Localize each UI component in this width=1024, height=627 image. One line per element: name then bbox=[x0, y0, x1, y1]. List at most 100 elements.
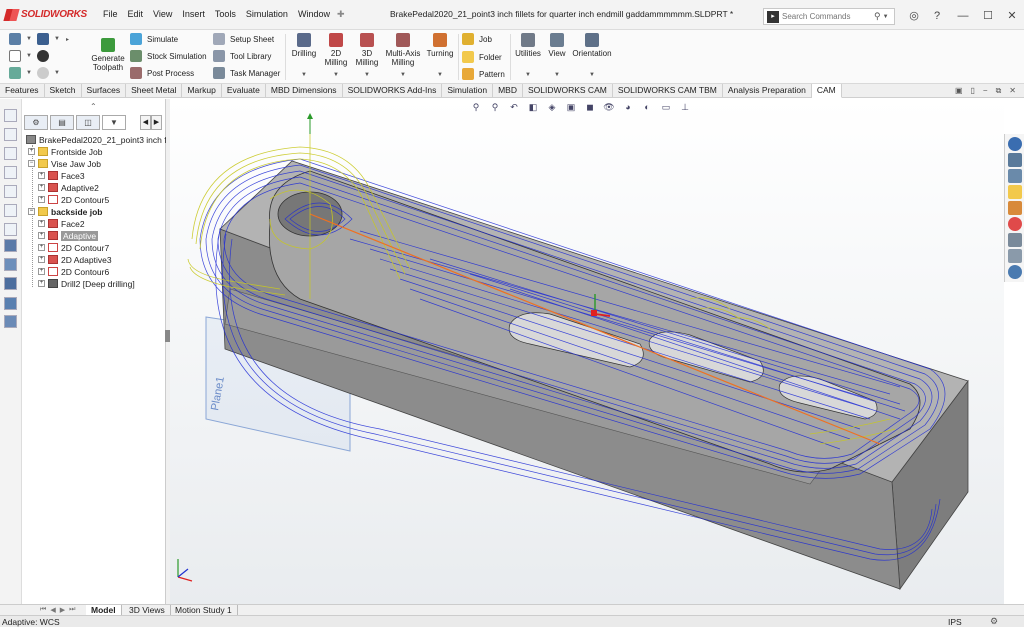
chevron-down-icon[interactable]: ▼ bbox=[525, 72, 531, 78]
chevron-down-icon[interactable]: ▼ bbox=[333, 72, 339, 78]
orientation-button[interactable]: Orientation bbox=[570, 33, 614, 58]
tab-solidworks-cam[interactable]: SOLIDWORKS CAM bbox=[523, 84, 613, 98]
sketch-tool-icon[interactable] bbox=[4, 109, 17, 122]
float-pane-icon[interactable]: ⧉ bbox=[996, 86, 1002, 96]
gear-icon[interactable]: ⚙ bbox=[990, 616, 998, 627]
hide-show-items-icon[interactable]: 👁 bbox=[603, 101, 615, 113]
gear-icon[interactable] bbox=[37, 67, 49, 79]
property-manager-tab[interactable]: ▤ bbox=[50, 115, 74, 130]
first-tab-icon[interactable]: ⏮ bbox=[40, 606, 46, 614]
previous-tab-icon[interactable]: ◀ bbox=[50, 606, 55, 614]
tree-root[interactable]: BrakePedal2020_21_point3 inch fille bbox=[26, 134, 177, 145]
online-help-icon[interactable] bbox=[1008, 265, 1022, 279]
chevron-down-icon[interactable]: ▼ bbox=[883, 14, 889, 20]
sketch-tool-icon[interactable] bbox=[4, 166, 17, 179]
chevron-down-icon[interactable]: ▼ bbox=[54, 70, 60, 76]
chevron-down-icon[interactable]: ▼ bbox=[26, 70, 32, 76]
turning-button[interactable]: Turning bbox=[423, 33, 457, 58]
tree-item-2d-adaptive3[interactable]: + 2D Adaptive3 bbox=[38, 254, 112, 265]
multi-axis-milling-button[interactable]: Multi-Axis Milling bbox=[383, 33, 423, 67]
utilities-button[interactable]: Utilities bbox=[513, 33, 543, 58]
tab-features[interactable]: Features bbox=[0, 84, 45, 98]
section-view-icon[interactable]: ◧ bbox=[527, 101, 539, 113]
chevron-down-icon[interactable]: ▼ bbox=[26, 53, 32, 59]
design-library-icon[interactable] bbox=[1008, 169, 1022, 183]
tree-item-drill2[interactable]: + Drill2 [Deep drilling] bbox=[38, 278, 135, 289]
tab-surfaces[interactable]: Surfaces bbox=[82, 84, 127, 98]
stock-simulation-button[interactable]: Stock Simulation bbox=[130, 50, 207, 62]
folder-button[interactable]: Folder bbox=[462, 51, 502, 63]
tab-markup[interactable]: Markup bbox=[182, 84, 222, 98]
simulate-button[interactable]: Simulate bbox=[130, 33, 178, 45]
sketch-tool-icon[interactable] bbox=[4, 204, 17, 217]
menu-view[interactable]: View bbox=[148, 9, 177, 20]
tab-analysis-preparation[interactable]: Analysis Preparation bbox=[723, 84, 812, 98]
user-icon[interactable]: ◎ bbox=[906, 8, 922, 24]
menu-file[interactable]: File bbox=[98, 9, 123, 20]
setup-sheet-button[interactable]: Setup Sheet bbox=[213, 33, 274, 45]
feature-manager-tab[interactable]: ⚙ bbox=[24, 115, 48, 130]
forum-icon[interactable] bbox=[1008, 249, 1022, 263]
file-explorer-icon[interactable] bbox=[1008, 185, 1022, 199]
view-settings-icon[interactable]: ▭ bbox=[660, 101, 672, 113]
chevron-down-icon[interactable]: ▼ bbox=[437, 72, 443, 78]
chevron-down-icon[interactable]: ▼ bbox=[301, 72, 307, 78]
zoom-to-area-icon[interactable]: ⚲ bbox=[489, 101, 501, 113]
tab-solidworks-add-ins[interactable]: SOLIDWORKS Add-Ins bbox=[343, 84, 443, 98]
tree-item-frontside-job[interactable]: + Frontside Job bbox=[28, 146, 103, 157]
tree-item-face2[interactable]: + Face2 bbox=[38, 218, 85, 229]
new-document-icon[interactable] bbox=[9, 50, 21, 62]
next-tab-icon[interactable]: ▶ bbox=[60, 606, 65, 614]
post-process-button[interactable]: Post Process bbox=[130, 67, 194, 79]
expand-icon[interactable]: + bbox=[38, 244, 45, 251]
sketch-tool-icon[interactable] bbox=[4, 128, 17, 141]
tree-item-backside-job[interactable]: − backside job bbox=[28, 206, 103, 217]
menu-simulation[interactable]: Simulation bbox=[241, 9, 293, 20]
home-icon[interactable] bbox=[1008, 153, 1022, 167]
tab-simulation[interactable]: Simulation bbox=[442, 84, 494, 98]
zoom-to-fit-icon[interactable]: ⚲ bbox=[470, 101, 482, 113]
chevron-down-icon[interactable]: ▼ bbox=[400, 72, 406, 78]
view-orientation-icon[interactable]: ▣ bbox=[565, 101, 577, 113]
tab-sketch[interactable]: Sketch bbox=[45, 84, 82, 98]
traffic-light-icon[interactable] bbox=[37, 50, 49, 62]
collapse-icon[interactable]: − bbox=[28, 160, 35, 167]
model-canvas[interactable]: Plane1 bbox=[170, 99, 1004, 604]
expand-icon[interactable]: + bbox=[38, 268, 45, 275]
tree-item-2d-contour7[interactable]: + 2D Contour7 bbox=[38, 242, 109, 253]
save-icon[interactable] bbox=[37, 33, 49, 45]
tab-solidworks-cam-tbm[interactable]: SOLIDWORKS CAM TBM bbox=[613, 84, 723, 98]
solidworks-logo[interactable]: SOLIDWORKS bbox=[4, 8, 92, 22]
menu-insert[interactable]: Insert bbox=[177, 9, 210, 20]
menu-tools[interactable]: Tools bbox=[210, 9, 241, 20]
tree-item-2d-contour5[interactable]: + 2D Contour5 bbox=[38, 194, 109, 205]
graphics-area[interactable]: Plane1 bbox=[170, 99, 1004, 604]
chevron-up-icon[interactable]: ⌃ bbox=[90, 102, 97, 111]
undo-icon[interactable]: ▸ bbox=[66, 36, 69, 43]
chevron-right-icon[interactable]: ▶ bbox=[151, 115, 162, 130]
chevron-down-icon[interactable]: ▼ bbox=[589, 72, 595, 78]
pin-icon[interactable]: ✚ bbox=[337, 9, 345, 20]
display-pane-icon[interactable]: ⊥ bbox=[679, 101, 691, 113]
menu-window[interactable]: Window bbox=[293, 9, 335, 20]
chevron-left-icon[interactable]: ◀ bbox=[140, 115, 151, 130]
search-input[interactable] bbox=[782, 12, 874, 21]
sketch-tool-icon[interactable] bbox=[4, 185, 17, 198]
collapse-icon[interactable]: − bbox=[28, 208, 35, 215]
rebuild-icon[interactable] bbox=[9, 67, 21, 79]
chevron-down-icon[interactable]: ▼ bbox=[54, 36, 60, 42]
3d-milling-button[interactable]: 3D Milling bbox=[352, 33, 382, 67]
expand-icon[interactable]: + bbox=[38, 172, 45, 179]
generate-toolpath-button[interactable]: Generate Toolpath bbox=[88, 38, 128, 72]
tree-item-2d-contour6[interactable]: + 2D Contour6 bbox=[38, 266, 109, 277]
home-icon[interactable] bbox=[9, 33, 21, 45]
job-button[interactable]: Job bbox=[462, 33, 492, 45]
solidworks-resources-icon[interactable] bbox=[1008, 137, 1022, 151]
restore-pane-icon[interactable]: ▣ bbox=[955, 86, 963, 96]
view-tool-icon[interactable] bbox=[4, 239, 17, 252]
cam-tools-tab[interactable]: ▼ bbox=[102, 115, 126, 130]
custom-properties-icon[interactable] bbox=[1008, 233, 1022, 247]
view-tool-icon[interactable] bbox=[4, 277, 17, 290]
tab-evaluate[interactable]: Evaluate bbox=[222, 84, 266, 98]
previous-view-icon[interactable]: ↶ bbox=[508, 101, 520, 113]
